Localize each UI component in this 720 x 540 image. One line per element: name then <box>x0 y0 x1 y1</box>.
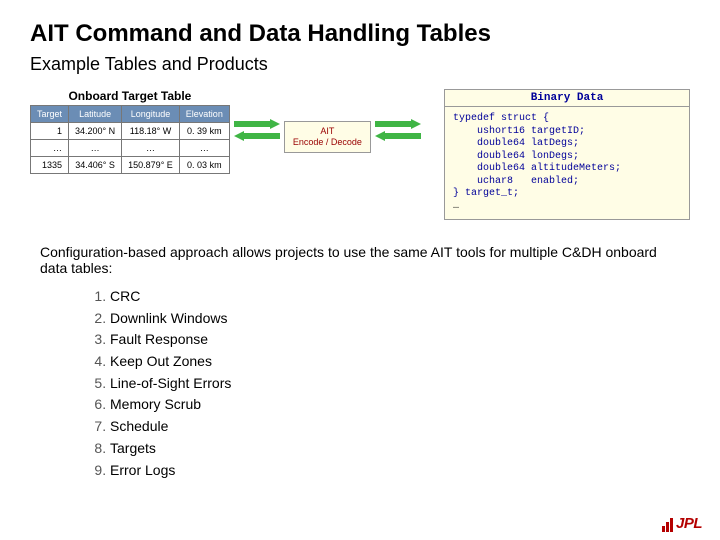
table-row: 1335 34.406° S 150.879° E 0. 03 km <box>31 157 230 174</box>
cell-lon: 150.879° E <box>122 157 180 174</box>
list-item: CRC <box>110 286 690 308</box>
left-arrow-group <box>230 89 284 141</box>
list-item: Line-of-Sight Errors <box>110 373 690 395</box>
jpl-logo: JPL <box>662 515 702 532</box>
list-item: Keep Out Zones <box>110 351 690 373</box>
table-caption: Onboard Target Table <box>30 89 230 103</box>
arrow-left-icon <box>234 131 280 141</box>
cell-elev: … <box>179 140 229 157</box>
ait-line1: AIT <box>320 126 334 136</box>
cell-elev: 0. 03 km <box>179 157 229 174</box>
table-row: … … … … <box>31 140 230 157</box>
cell-lon: … <box>122 140 180 157</box>
cell-lat: 34.406° S <box>69 157 122 174</box>
examples-list: CRC Downlink Windows Fault Response Keep… <box>110 286 690 481</box>
logo-text: JPL <box>676 515 702 532</box>
target-table-wrap: Onboard Target Table Target Latitude Lon… <box>30 89 230 174</box>
diagram-row: Onboard Target Table Target Latitude Lon… <box>30 89 690 220</box>
right-arrow-group <box>371 89 425 141</box>
col-longitude: Longitude <box>122 106 180 123</box>
code-block-wrap: Binary Data typedef struct { ushort16 ta… <box>431 89 690 220</box>
ait-encode-decode-box: AIT Encode / Decode <box>284 121 371 153</box>
list-item: Error Logs <box>110 460 690 482</box>
table-row: 1 34.200° N 118.18° W 0. 39 km <box>31 123 230 140</box>
code-box: typedef struct { ushort16 targetID; doub… <box>444 106 690 220</box>
cell-lon: 118.18° W <box>122 123 180 140</box>
col-target: Target <box>31 106 69 123</box>
ait-line2: Encode / Decode <box>293 137 362 147</box>
arrow-right-icon <box>234 119 280 129</box>
list-item: Schedule <box>110 416 690 438</box>
target-table: Target Latitude Longitude Elevation 1 34… <box>30 105 230 174</box>
cell-id: … <box>31 140 69 157</box>
table-header-row: Target Latitude Longitude Elevation <box>31 106 230 123</box>
page-subtitle: Example Tables and Products <box>30 54 690 75</box>
cell-id: 1 <box>31 123 69 140</box>
logo-bars-icon <box>662 518 673 532</box>
page-title: AIT Command and Data Handling Tables <box>30 20 690 48</box>
cell-lat: … <box>69 140 122 157</box>
col-elevation: Elevation <box>179 106 229 123</box>
body-paragraph: Configuration-based approach allows proj… <box>40 244 680 276</box>
list-item: Downlink Windows <box>110 308 690 330</box>
col-latitude: Latitude <box>69 106 122 123</box>
arrow-left-icon <box>375 131 421 141</box>
arrow-right-icon <box>375 119 421 129</box>
cell-elev: 0. 39 km <box>179 123 229 140</box>
list-item: Memory Scrub <box>110 394 690 416</box>
code-caption: Binary Data <box>444 89 690 107</box>
code-body: typedef struct { ushort16 targetID; doub… <box>453 113 621 199</box>
list-item: Targets <box>110 438 690 460</box>
list-item: Fault Response <box>110 329 690 351</box>
cell-id: 1335 <box>31 157 69 174</box>
cell-lat: 34.200° N <box>69 123 122 140</box>
code-ellipsis: … <box>453 201 459 212</box>
